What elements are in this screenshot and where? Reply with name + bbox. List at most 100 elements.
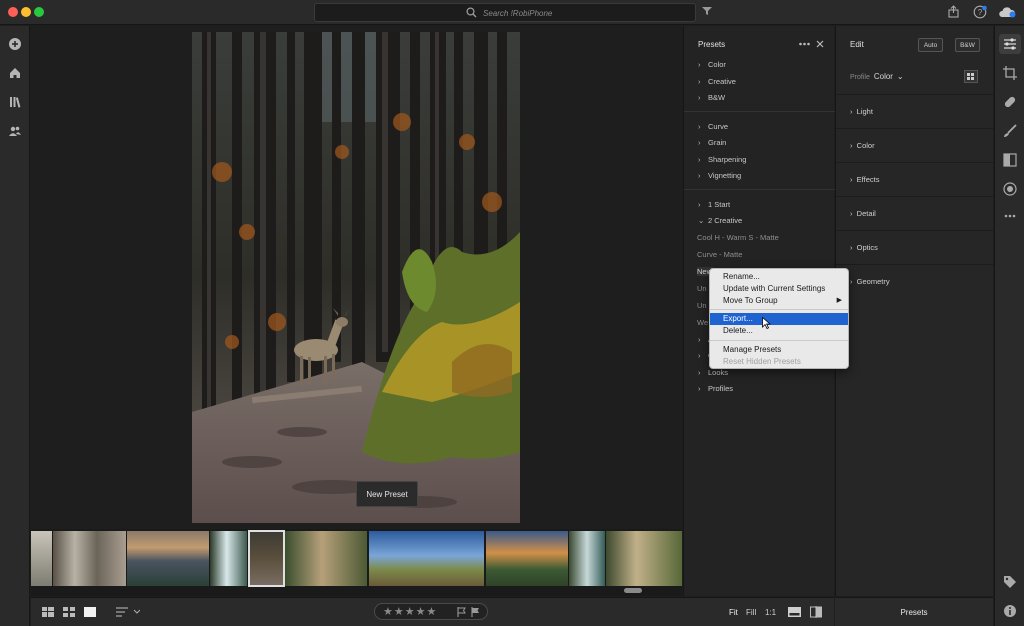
user-preset-group[interactable]: › 1 Start [698,200,730,209]
menu-item-update-settings[interactable]: Update with Current Settings [710,283,848,295]
search-placeholder: Search !RobiPhone [483,9,553,18]
minimize-window-button[interactable] [21,7,31,17]
chevron-right-icon: › [698,368,701,377]
title-bar: Search !RobiPhone ? [0,0,1024,25]
star-rating[interactable]: ★★★★★ [374,603,488,620]
preset-group-item[interactable]: › B&W [698,93,725,102]
preset-group-item[interactable]: › Grain [698,138,726,147]
thumbnail[interactable] [53,531,126,586]
geometry-section[interactable]: › Geometry [836,264,994,298]
menu-item-rename[interactable]: Rename... [710,271,848,283]
detail-view-icon[interactable] [84,607,96,617]
preset-group-item[interactable]: › Creative [698,77,736,86]
preset-item[interactable]: We [697,318,708,327]
preset-group-item[interactable]: › Sharpening [698,155,746,164]
square-grid-view-icon[interactable] [42,607,54,617]
library-icon[interactable] [8,95,22,109]
cloud-sync-icon[interactable] [998,6,1016,18]
flag-pick-icon[interactable] [457,607,466,617]
close-panel-icon[interactable] [816,40,824,48]
flag-reject-icon[interactable] [471,607,480,617]
thumbnail[interactable] [285,531,367,586]
more-tools-icon[interactable] [1003,209,1017,223]
preset-item[interactable]: Un [697,284,707,293]
info-icon[interactable] [1003,604,1017,618]
filmstrip [31,529,682,596]
linear-gradient-icon[interactable] [1003,153,1017,167]
crop-icon[interactable] [1003,66,1017,80]
bw-button[interactable]: B&W [955,38,980,52]
chevron-down-icon: ⌄ [698,216,705,225]
edit-panel: Edit Auto B&W Profile Color ⌄ › Light › C… [835,26,994,596]
thumbnail[interactable] [369,531,484,586]
share-icon[interactable] [947,5,960,18]
tag-icon[interactable] [1003,575,1017,589]
preset-item[interactable]: Curve - Matte [697,250,742,259]
search-field[interactable]: Search !RobiPhone [314,3,696,22]
chevron-right-icon: › [698,77,701,86]
edit-sliders-icon[interactable] [1003,37,1017,51]
thumbnail[interactable] [210,531,247,586]
filter-icon[interactable] [702,6,712,16]
help-icon[interactable]: ? [973,5,987,19]
profile-browser-icon[interactable] [964,70,978,83]
light-section[interactable]: › Light [836,94,994,128]
preset-group-item[interactable]: › Curve [698,122,728,131]
healing-brush-icon[interactable] [1003,95,1017,109]
filmstrip-scrollbar[interactable] [624,588,642,593]
chevron-right-icon: › [698,200,701,209]
preset-group-item[interactable]: › Color [698,60,726,69]
presets-toggle-button[interactable]: Presets [835,597,993,626]
effects-section[interactable]: › Effects [836,162,994,196]
chevron-right-icon: › [698,351,701,360]
menu-item-move-to-group[interactable]: Move To Group ▶ [710,295,848,307]
profile-value[interactable]: Color [874,72,893,81]
close-window-button[interactable] [8,7,18,17]
menu-divider [710,340,848,341]
auto-button[interactable]: Auto [918,38,943,52]
zoom-fill-button[interactable]: Fill [746,608,756,617]
rating-stars[interactable]: ★★★★★ [383,605,437,618]
add-photos-icon[interactable] [8,37,22,51]
new-preset-tooltip: New Preset [356,481,418,507]
radial-gradient-icon[interactable] [1003,182,1017,196]
thumbnail[interactable] [31,531,52,586]
user-preset-group[interactable]: › Profiles [698,384,733,393]
home-icon[interactable] [8,66,22,80]
thumbnail[interactable] [127,531,209,586]
compare-view-icon[interactable] [810,606,822,618]
left-toolbar [0,26,30,626]
brush-icon[interactable] [1003,124,1017,138]
preset-item[interactable]: Un [697,301,707,310]
zoom-fit-button[interactable]: Fit [729,608,738,617]
user-preset-group-expanded[interactable]: ⌄ 2 Creative [698,216,742,225]
submenu-arrow-icon: ▶ [836,297,842,304]
people-icon[interactable] [8,124,22,138]
menu-item-delete[interactable]: Delete... [710,325,848,337]
search-icon [466,7,477,18]
svg-text:?: ? [978,8,983,17]
zoom-window-button[interactable] [34,7,44,17]
thumbnail[interactable] [569,531,605,586]
menu-item-manage-presets[interactable]: Manage Presets [710,344,848,356]
main-photo[interactable] [192,32,520,523]
filmstrip-toggle-icon[interactable] [788,607,801,617]
sort-icon[interactable] [116,607,140,617]
profile-selector[interactable]: Profile Color ⌄ [850,72,904,81]
chevron-right-icon: › [698,155,701,164]
chevron-right-icon: › [850,243,857,252]
color-section[interactable]: › Color [836,128,994,162]
photo-grid-view-icon[interactable] [63,607,75,617]
preset-item[interactable]: Cool H - Warm S - Matte [697,233,779,242]
thumbnail-selected[interactable] [248,530,285,587]
menu-item-export[interactable]: Export... [710,313,848,325]
more-options-icon[interactable] [799,42,810,46]
detail-section[interactable]: › Detail [836,196,994,230]
optics-section[interactable]: › Optics [836,230,994,264]
user-preset-group[interactable]: › Looks [698,368,728,377]
chevron-down-icon: ⌄ [896,72,904,81]
thumbnail[interactable] [606,531,682,586]
zoom-1to1-button[interactable]: 1:1 [765,608,776,617]
thumbnail[interactable] [486,531,568,586]
preset-group-item[interactable]: › Vignetting [698,171,741,180]
